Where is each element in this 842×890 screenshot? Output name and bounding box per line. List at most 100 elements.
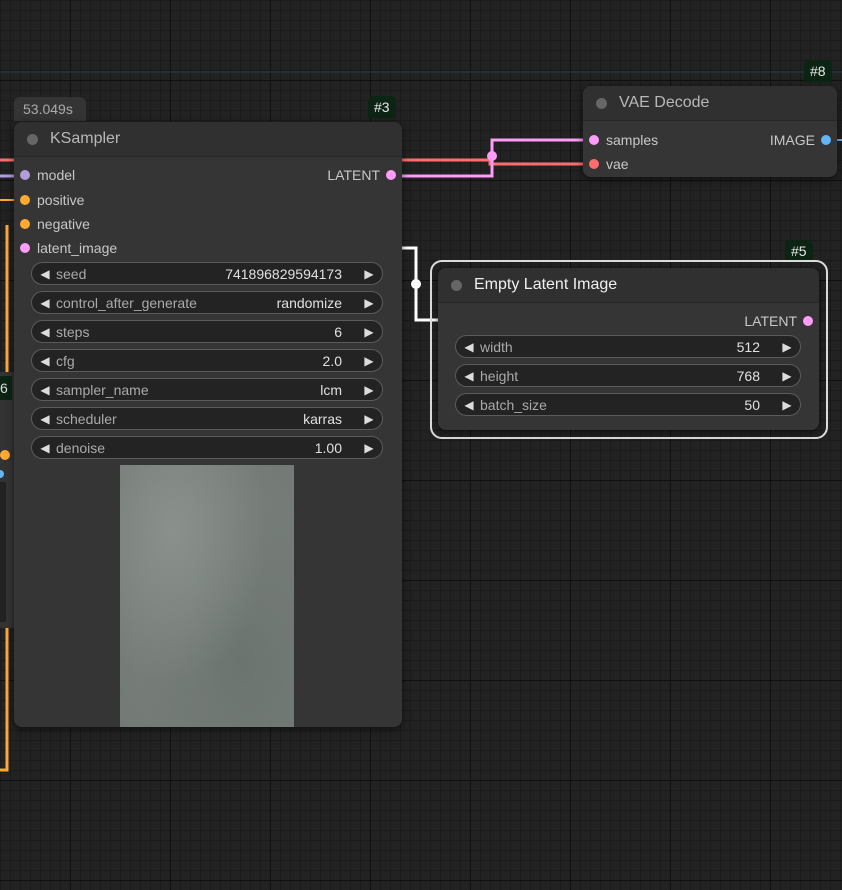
increment-arrow-icon[interactable]: ▶ xyxy=(778,336,796,359)
widget-value-batch-size[interactable]: 50 xyxy=(744,394,760,417)
decrement-arrow-icon[interactable]: ◀ xyxy=(36,379,54,402)
widget-value-scheduler[interactable]: karras xyxy=(303,408,342,431)
ksampler-title-bar[interactable]: KSampler xyxy=(14,122,402,157)
input-label-model: model xyxy=(37,167,76,183)
input-label-samples: samples xyxy=(606,132,659,148)
link-reroute-dot-latent[interactable] xyxy=(411,279,421,289)
samples-pin-icon[interactable] xyxy=(589,135,599,145)
ksampler-title: KSampler xyxy=(50,130,121,147)
increment-arrow-icon[interactable]: ▶ xyxy=(360,437,378,460)
widget-label-width: width xyxy=(480,339,513,355)
vae-decode-node-id-badge: #8 xyxy=(804,60,832,82)
widget-value-denoise[interactable]: 1.00 xyxy=(315,437,342,460)
increment-arrow-icon[interactable]: ▶ xyxy=(360,379,378,402)
widget-label-seed: seed xyxy=(56,266,87,282)
widget-label-height: height xyxy=(480,368,519,384)
offscreen-output-pin-2[interactable] xyxy=(0,470,4,478)
latent-output-pin-icon[interactable] xyxy=(386,170,396,180)
offscreen-node-body xyxy=(0,482,6,622)
widget-label-batch-size: batch_size xyxy=(480,397,547,413)
widget-value-cfg[interactable]: 2.0 xyxy=(323,350,342,373)
output-label-latent: LATENT xyxy=(327,167,380,183)
decrement-arrow-icon[interactable]: ◀ xyxy=(36,321,54,344)
output-slot-image[interactable]: IMAGE xyxy=(770,130,837,150)
input-slot-positive[interactable]: positive xyxy=(14,190,84,210)
decrement-arrow-icon[interactable]: ◀ xyxy=(36,292,54,315)
output-label-image: IMAGE xyxy=(769,132,815,148)
widget-width[interactable]: ◀ width 512 ▶ xyxy=(455,335,801,358)
decrement-arrow-icon[interactable]: ◀ xyxy=(36,437,54,460)
widget-denoise[interactable]: ◀ denoise 1.00 ▶ xyxy=(31,436,383,459)
input-label-negative: negative xyxy=(37,216,90,232)
widget-label-sampler-name: sampler_name xyxy=(56,382,149,398)
negative-pin-icon[interactable] xyxy=(20,219,30,229)
widget-value-seed[interactable]: 741896829594173 xyxy=(225,263,342,286)
latent-output-pin-icon[interactable] xyxy=(803,316,813,326)
widget-label-cfg: cfg xyxy=(56,353,75,369)
vae-decode-title-bar[interactable]: VAE Decode xyxy=(583,86,837,121)
input-slot-negative[interactable]: negative xyxy=(14,214,90,234)
input-slot-model[interactable]: model xyxy=(14,165,75,185)
model-pin-icon[interactable] xyxy=(20,170,30,180)
collapse-dot-icon[interactable] xyxy=(596,98,607,109)
widget-steps[interactable]: ◀ steps 6 ▶ xyxy=(31,320,383,343)
empty-latent-title-bar[interactable]: Empty Latent Image xyxy=(438,268,819,303)
input-slot-samples[interactable]: samples xyxy=(583,130,658,150)
widget-cfg[interactable]: ◀ cfg 2.0 ▶ xyxy=(31,349,383,372)
decrement-arrow-icon[interactable]: ◀ xyxy=(36,350,54,373)
empty-latent-node-id-badge: #5 xyxy=(785,240,813,262)
image-output-pin-icon[interactable] xyxy=(821,135,831,145)
output-label-latent: LATENT xyxy=(744,313,797,329)
input-label-vae: vae xyxy=(606,156,629,172)
positive-pin-icon[interactable] xyxy=(20,195,30,205)
offscreen-node-fragment[interactable]: 6 xyxy=(0,372,14,628)
ksampler-node-id-badge: #3 xyxy=(368,96,396,118)
input-slot-latent-image[interactable]: latent_image xyxy=(14,238,117,258)
increment-arrow-icon[interactable]: ▶ xyxy=(360,408,378,431)
decrement-arrow-icon[interactable]: ◀ xyxy=(460,365,478,388)
vae-decode-title: VAE Decode xyxy=(619,94,710,111)
increment-arrow-icon[interactable]: ▶ xyxy=(360,263,378,286)
widget-control-after-generate[interactable]: ◀ control_after_generate randomize ▶ xyxy=(31,291,383,314)
widget-label-control-after-generate: control_after_generate xyxy=(56,295,197,311)
widget-value-sampler-name[interactable]: lcm xyxy=(320,379,342,402)
widget-height[interactable]: ◀ height 768 ▶ xyxy=(455,364,801,387)
widget-sampler-name[interactable]: ◀ sampler_name lcm ▶ xyxy=(31,378,383,401)
vae-pin-icon[interactable] xyxy=(589,159,599,169)
latent-image-pin-icon[interactable] xyxy=(20,243,30,253)
widget-label-scheduler: scheduler xyxy=(56,411,117,427)
widget-batch-size[interactable]: ◀ batch_size 50 ▶ xyxy=(455,393,801,416)
increment-arrow-icon[interactable]: ▶ xyxy=(360,350,378,373)
collapse-dot-icon[interactable] xyxy=(451,280,462,291)
input-label-latent-image: latent_image xyxy=(37,240,118,256)
vae-decode-node[interactable]: VAE Decode samples vae IMAGE xyxy=(583,86,837,177)
empty-latent-image-node[interactable]: Empty Latent Image LATENT ◀ width 512 ▶ … xyxy=(438,268,819,430)
execution-time-label: 53.049s xyxy=(14,97,86,121)
link-reroute-dot[interactable] xyxy=(487,151,497,161)
input-slot-vae[interactable]: vae xyxy=(583,154,629,174)
widget-label-steps: steps xyxy=(56,324,90,340)
decrement-arrow-icon[interactable]: ◀ xyxy=(460,336,478,359)
increment-arrow-icon[interactable]: ▶ xyxy=(360,292,378,315)
widget-label-denoise: denoise xyxy=(56,440,106,456)
input-label-positive: positive xyxy=(37,192,85,208)
decrement-arrow-icon[interactable]: ◀ xyxy=(36,263,54,286)
widget-value-control-after-generate[interactable]: randomize xyxy=(277,292,342,315)
latent-preview-image[interactable] xyxy=(120,465,294,727)
widget-seed[interactable]: ◀ seed 741896829594173 ▶ xyxy=(31,262,383,285)
empty-latent-title: Empty Latent Image xyxy=(474,276,618,293)
output-slot-latent[interactable]: LATENT xyxy=(744,311,819,331)
widget-value-height[interactable]: 768 xyxy=(737,365,760,388)
widget-value-steps[interactable]: 6 xyxy=(334,321,342,344)
offscreen-output-pin[interactable] xyxy=(0,450,10,460)
increment-arrow-icon[interactable]: ▶ xyxy=(778,365,796,388)
collapse-dot-icon[interactable] xyxy=(27,134,38,145)
decrement-arrow-icon[interactable]: ◀ xyxy=(36,408,54,431)
increment-arrow-icon[interactable]: ▶ xyxy=(778,394,796,417)
decrement-arrow-icon[interactable]: ◀ xyxy=(460,394,478,417)
output-slot-latent[interactable]: LATENT xyxy=(327,165,402,185)
widget-value-width[interactable]: 512 xyxy=(737,336,760,359)
widget-scheduler[interactable]: ◀ scheduler karras ▶ xyxy=(31,407,383,430)
increment-arrow-icon[interactable]: ▶ xyxy=(360,321,378,344)
offscreen-node-badge: 6 xyxy=(0,376,12,400)
